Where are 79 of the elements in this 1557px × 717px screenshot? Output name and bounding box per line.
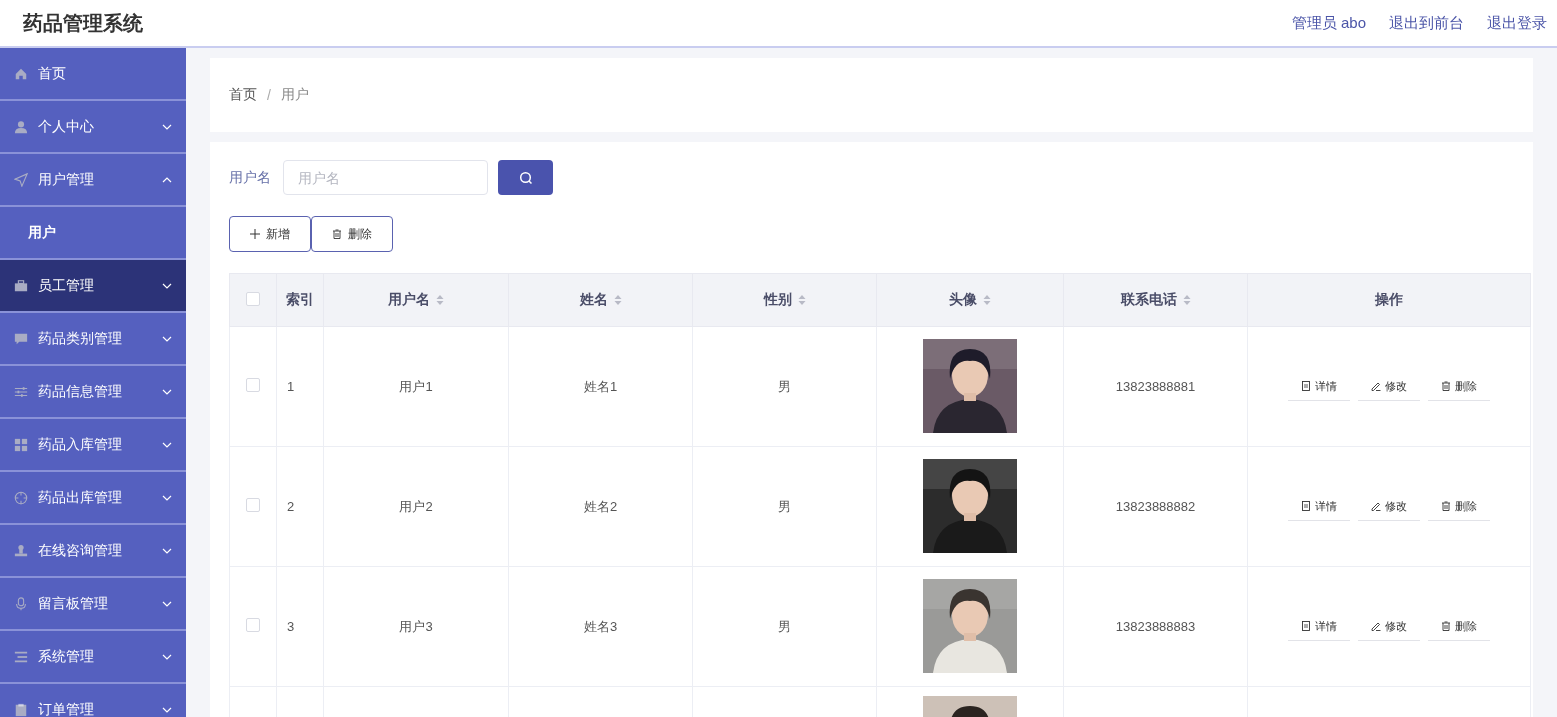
- sort-icon[interactable]: [797, 294, 806, 306]
- person-icon: [14, 119, 28, 134]
- trash-icon: [1441, 381, 1451, 391]
- sidebar-item[interactable]: 留言板管理: [0, 578, 186, 631]
- table-cell: 3: [287, 619, 295, 634]
- column-header: 联系电话: [1120, 291, 1177, 309]
- table-cell: 用户2: [399, 498, 433, 514]
- briefcase-icon: [14, 278, 28, 293]
- table-cell: 2: [287, 499, 295, 514]
- home-icon: [14, 66, 28, 81]
- field-label: 用户名: [229, 168, 271, 187]
- app-title: 药品管理系统: [23, 10, 143, 36]
- column-header: 姓名: [579, 291, 608, 309]
- table-cell: 用户3: [399, 618, 433, 634]
- sidebar-item[interactable]: 订单管理: [0, 684, 186, 717]
- table-cell: 姓名2: [583, 498, 618, 514]
- column-header: 操作: [1375, 291, 1403, 309]
- table-cell: 1: [287, 379, 295, 394]
- table-cell: 男: [778, 498, 791, 514]
- sidebar-item[interactable]: 员工管理: [0, 260, 186, 313]
- column-header: 头像: [949, 291, 977, 309]
- sidebar-item[interactable]: 用户管理: [0, 154, 186, 207]
- table-cell: 姓名3: [583, 618, 618, 634]
- table-cell: 用户1: [399, 378, 433, 394]
- list-icon: [14, 649, 28, 664]
- checkbox[interactable]: [246, 618, 260, 632]
- header-link[interactable]: 退出登录: [1487, 13, 1547, 33]
- trash-icon: [1441, 501, 1451, 511]
- table-cell: 男: [778, 618, 791, 634]
- search-icon: [518, 170, 533, 185]
- sort-icon[interactable]: [436, 294, 444, 306]
- breadcrumb-item: 用户: [280, 86, 309, 104]
- sort-icon[interactable]: [1182, 294, 1191, 306]
- trash-icon: [1441, 621, 1451, 631]
- sort-icon[interactable]: [613, 294, 622, 306]
- document-icon: [1301, 621, 1311, 631]
- plus-icon: [250, 229, 260, 239]
- target-icon: [14, 490, 28, 505]
- breadcrumb-item[interactable]: 首页: [229, 86, 257, 104]
- checkbox[interactable]: [246, 291, 260, 306]
- grid-icon: [14, 437, 28, 452]
- column-header: 用户名: [388, 291, 430, 309]
- column-header: 性别: [763, 291, 792, 309]
- sidebar-item[interactable]: 药品信息管理: [0, 366, 186, 419]
- document-icon: [1301, 501, 1311, 511]
- table-cell: 姓名1: [583, 378, 618, 394]
- sidebar-item[interactable]: 药品入库管理: [0, 419, 186, 472]
- document-icon: [1301, 381, 1311, 391]
- search-button[interactable]: [498, 160, 553, 195]
- sort-icon[interactable]: [983, 294, 991, 306]
- table-cell: 13823888882: [1115, 499, 1196, 514]
- sidebar-item[interactable]: 药品类别管理: [0, 313, 186, 366]
- send-icon: [14, 172, 28, 187]
- pencil-icon: [1371, 381, 1381, 391]
- sidebar-item[interactable]: 在线咨询管理: [0, 525, 186, 578]
- add-button[interactable]: 新增: [229, 216, 311, 252]
- breadcrumb-separator: /: [267, 87, 271, 103]
- delete-button[interactable]: 删除: [311, 216, 393, 252]
- header-link[interactable]: 退出到前台: [1389, 13, 1464, 33]
- sliders-icon: [14, 384, 28, 399]
- checkbox[interactable]: [246, 498, 260, 512]
- table-cell: 男: [778, 378, 791, 394]
- column-header: 索引: [286, 291, 314, 309]
- header-link[interactable]: 管理员 abo: [1291, 13, 1366, 33]
- sidebar-item[interactable]: 首页: [0, 48, 186, 101]
- checkbox[interactable]: [246, 378, 260, 392]
- chat-icon: [14, 331, 28, 346]
- table-cell: 13823888881: [1115, 379, 1196, 394]
- stamp-icon: [14, 543, 28, 558]
- clipboard-icon: [14, 702, 28, 717]
- sidebar-item[interactable]: 药品出库管理: [0, 472, 186, 525]
- sidebar-item[interactable]: 个人中心: [0, 101, 186, 154]
- search-field[interactable]: 用户名: [283, 160, 488, 195]
- table-cell: 13823888883: [1115, 619, 1196, 634]
- sidebar-item[interactable]: 系统管理: [0, 631, 186, 684]
- pencil-icon: [1371, 621, 1381, 631]
- pencil-icon: [1371, 501, 1381, 511]
- mic-icon: [14, 596, 28, 611]
- trash-icon: [332, 229, 342, 239]
